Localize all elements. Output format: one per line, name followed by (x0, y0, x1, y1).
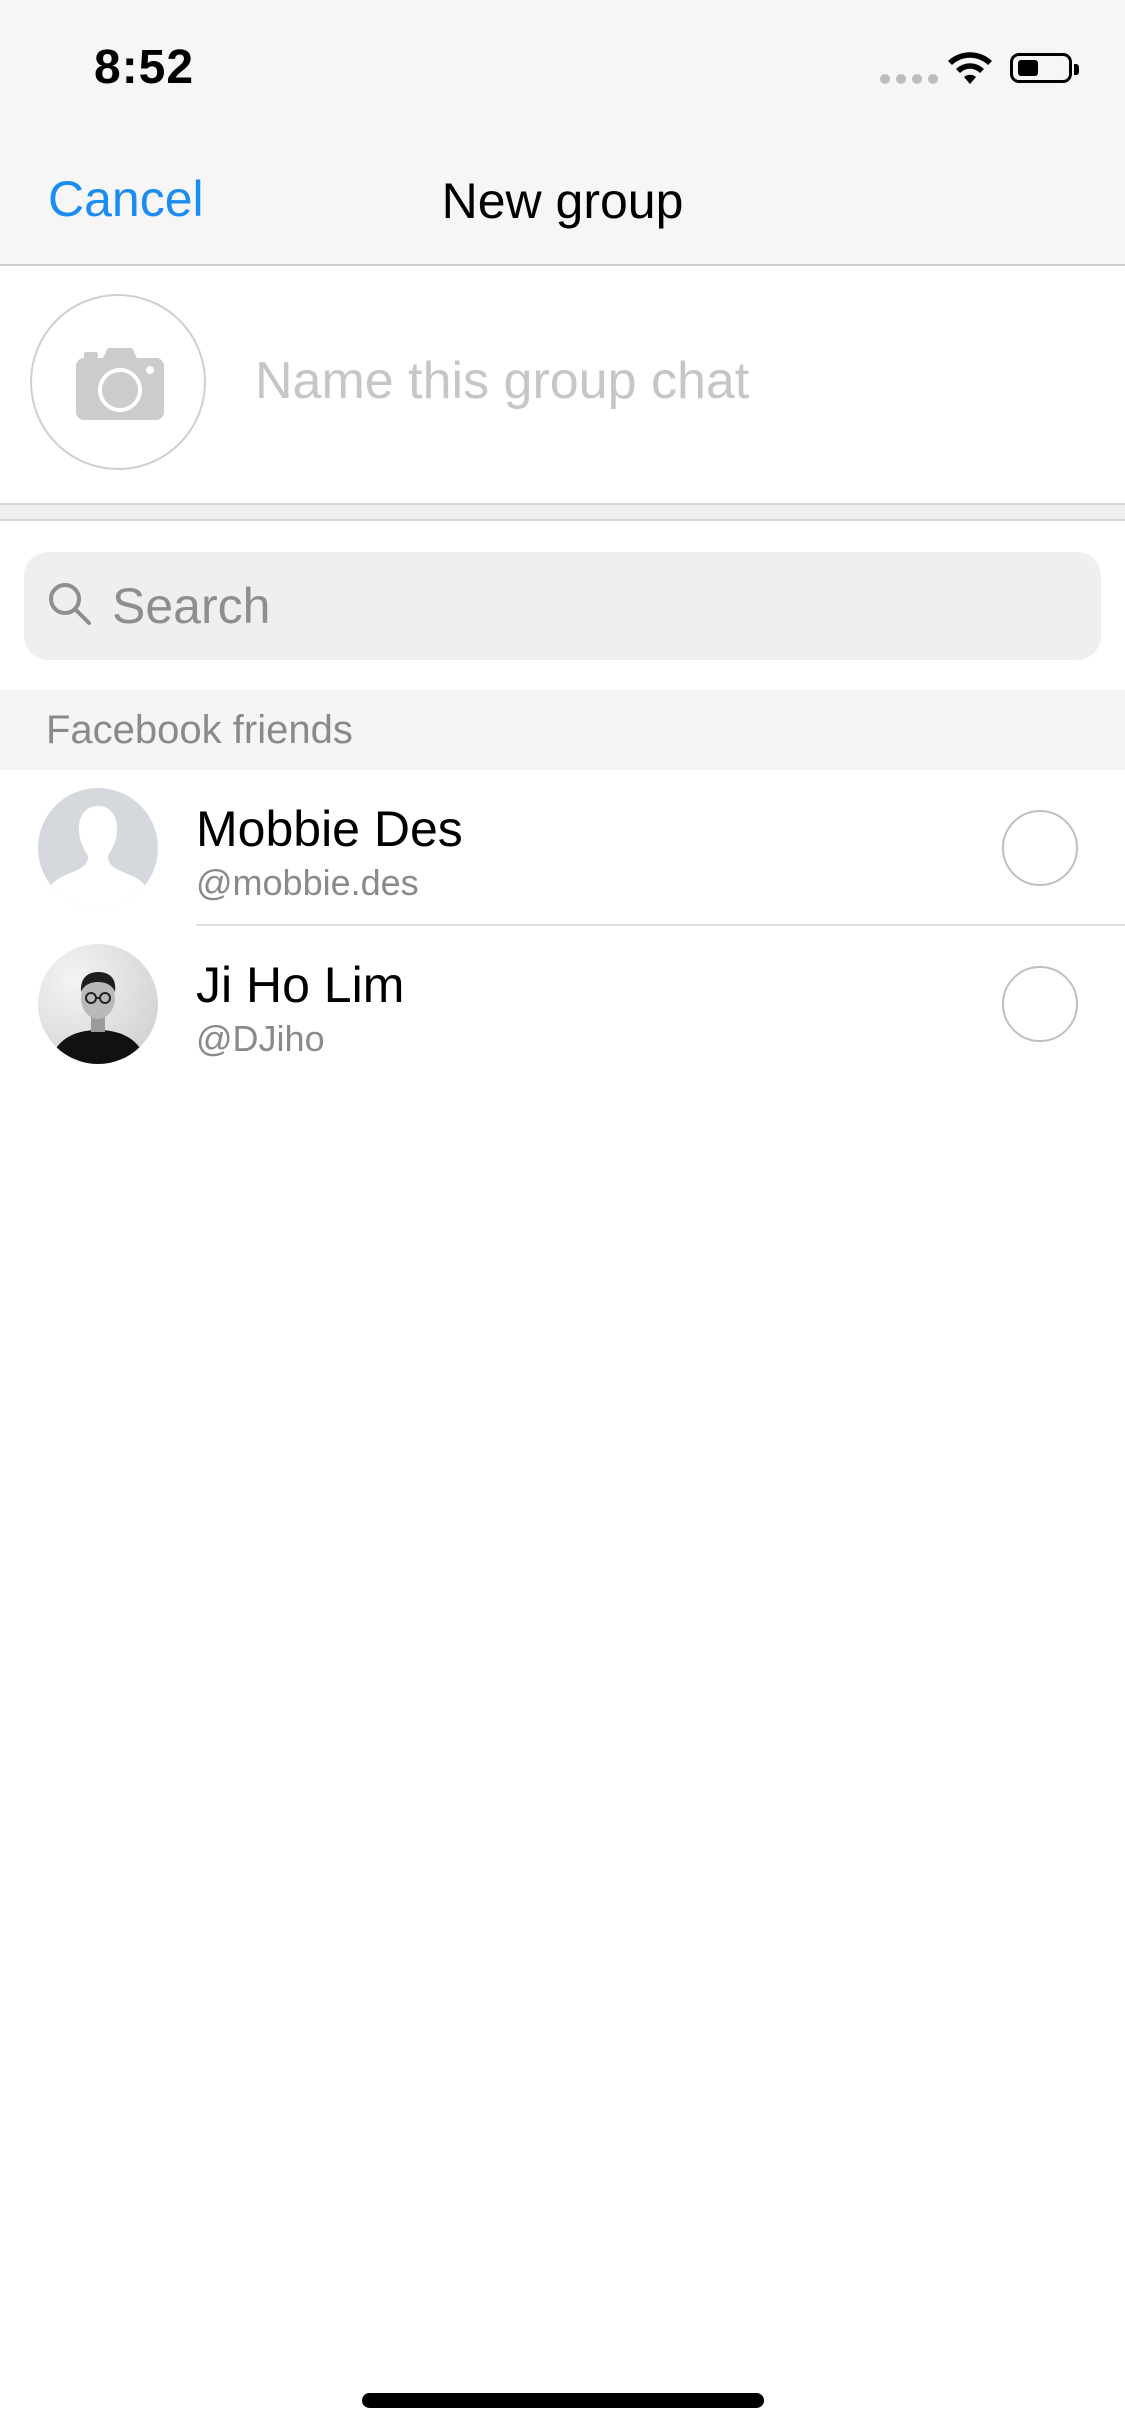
signal-icon (880, 74, 938, 84)
search-input[interactable] (112, 572, 1072, 640)
group-name-input[interactable] (255, 346, 1075, 416)
group-name-row (0, 266, 1125, 503)
search-icon (49, 583, 91, 625)
status-time: 8:52 (94, 41, 195, 94)
navigation-bar: Cancel New group (0, 130, 1125, 266)
default-avatar-icon (38, 788, 158, 908)
select-radio[interactable] (1002, 810, 1078, 886)
friend-row-mobbie-des[interactable]: Mobbie Des @mobbie.des (0, 770, 1125, 926)
friend-handle: @DJiho (196, 1018, 325, 1059)
friend-name: Ji Ho Lim (196, 957, 405, 1013)
camera-icon (76, 348, 164, 420)
friend-row-ji-ho-lim[interactable]: Ji Ho Lim @DJiho (0, 926, 1125, 1082)
add-group-photo-button[interactable] (30, 294, 206, 470)
wifi-icon (948, 52, 992, 84)
section-header-facebook-friends: Facebook friends (0, 690, 1125, 770)
friend-name: Mobbie Des (196, 801, 463, 857)
friend-handle: @mobbie.des (196, 862, 419, 903)
page-title: New group (441, 173, 684, 229)
profile-photo (38, 944, 158, 1064)
select-radio[interactable] (1002, 966, 1078, 1042)
home-indicator[interactable] (362, 2393, 764, 2408)
battery-icon (1010, 53, 1079, 83)
section-divider (0, 503, 1125, 521)
section-header-label: Facebook friends (46, 708, 353, 752)
search-bar[interactable] (24, 552, 1101, 660)
status-bar: 8:52 (0, 0, 1125, 130)
